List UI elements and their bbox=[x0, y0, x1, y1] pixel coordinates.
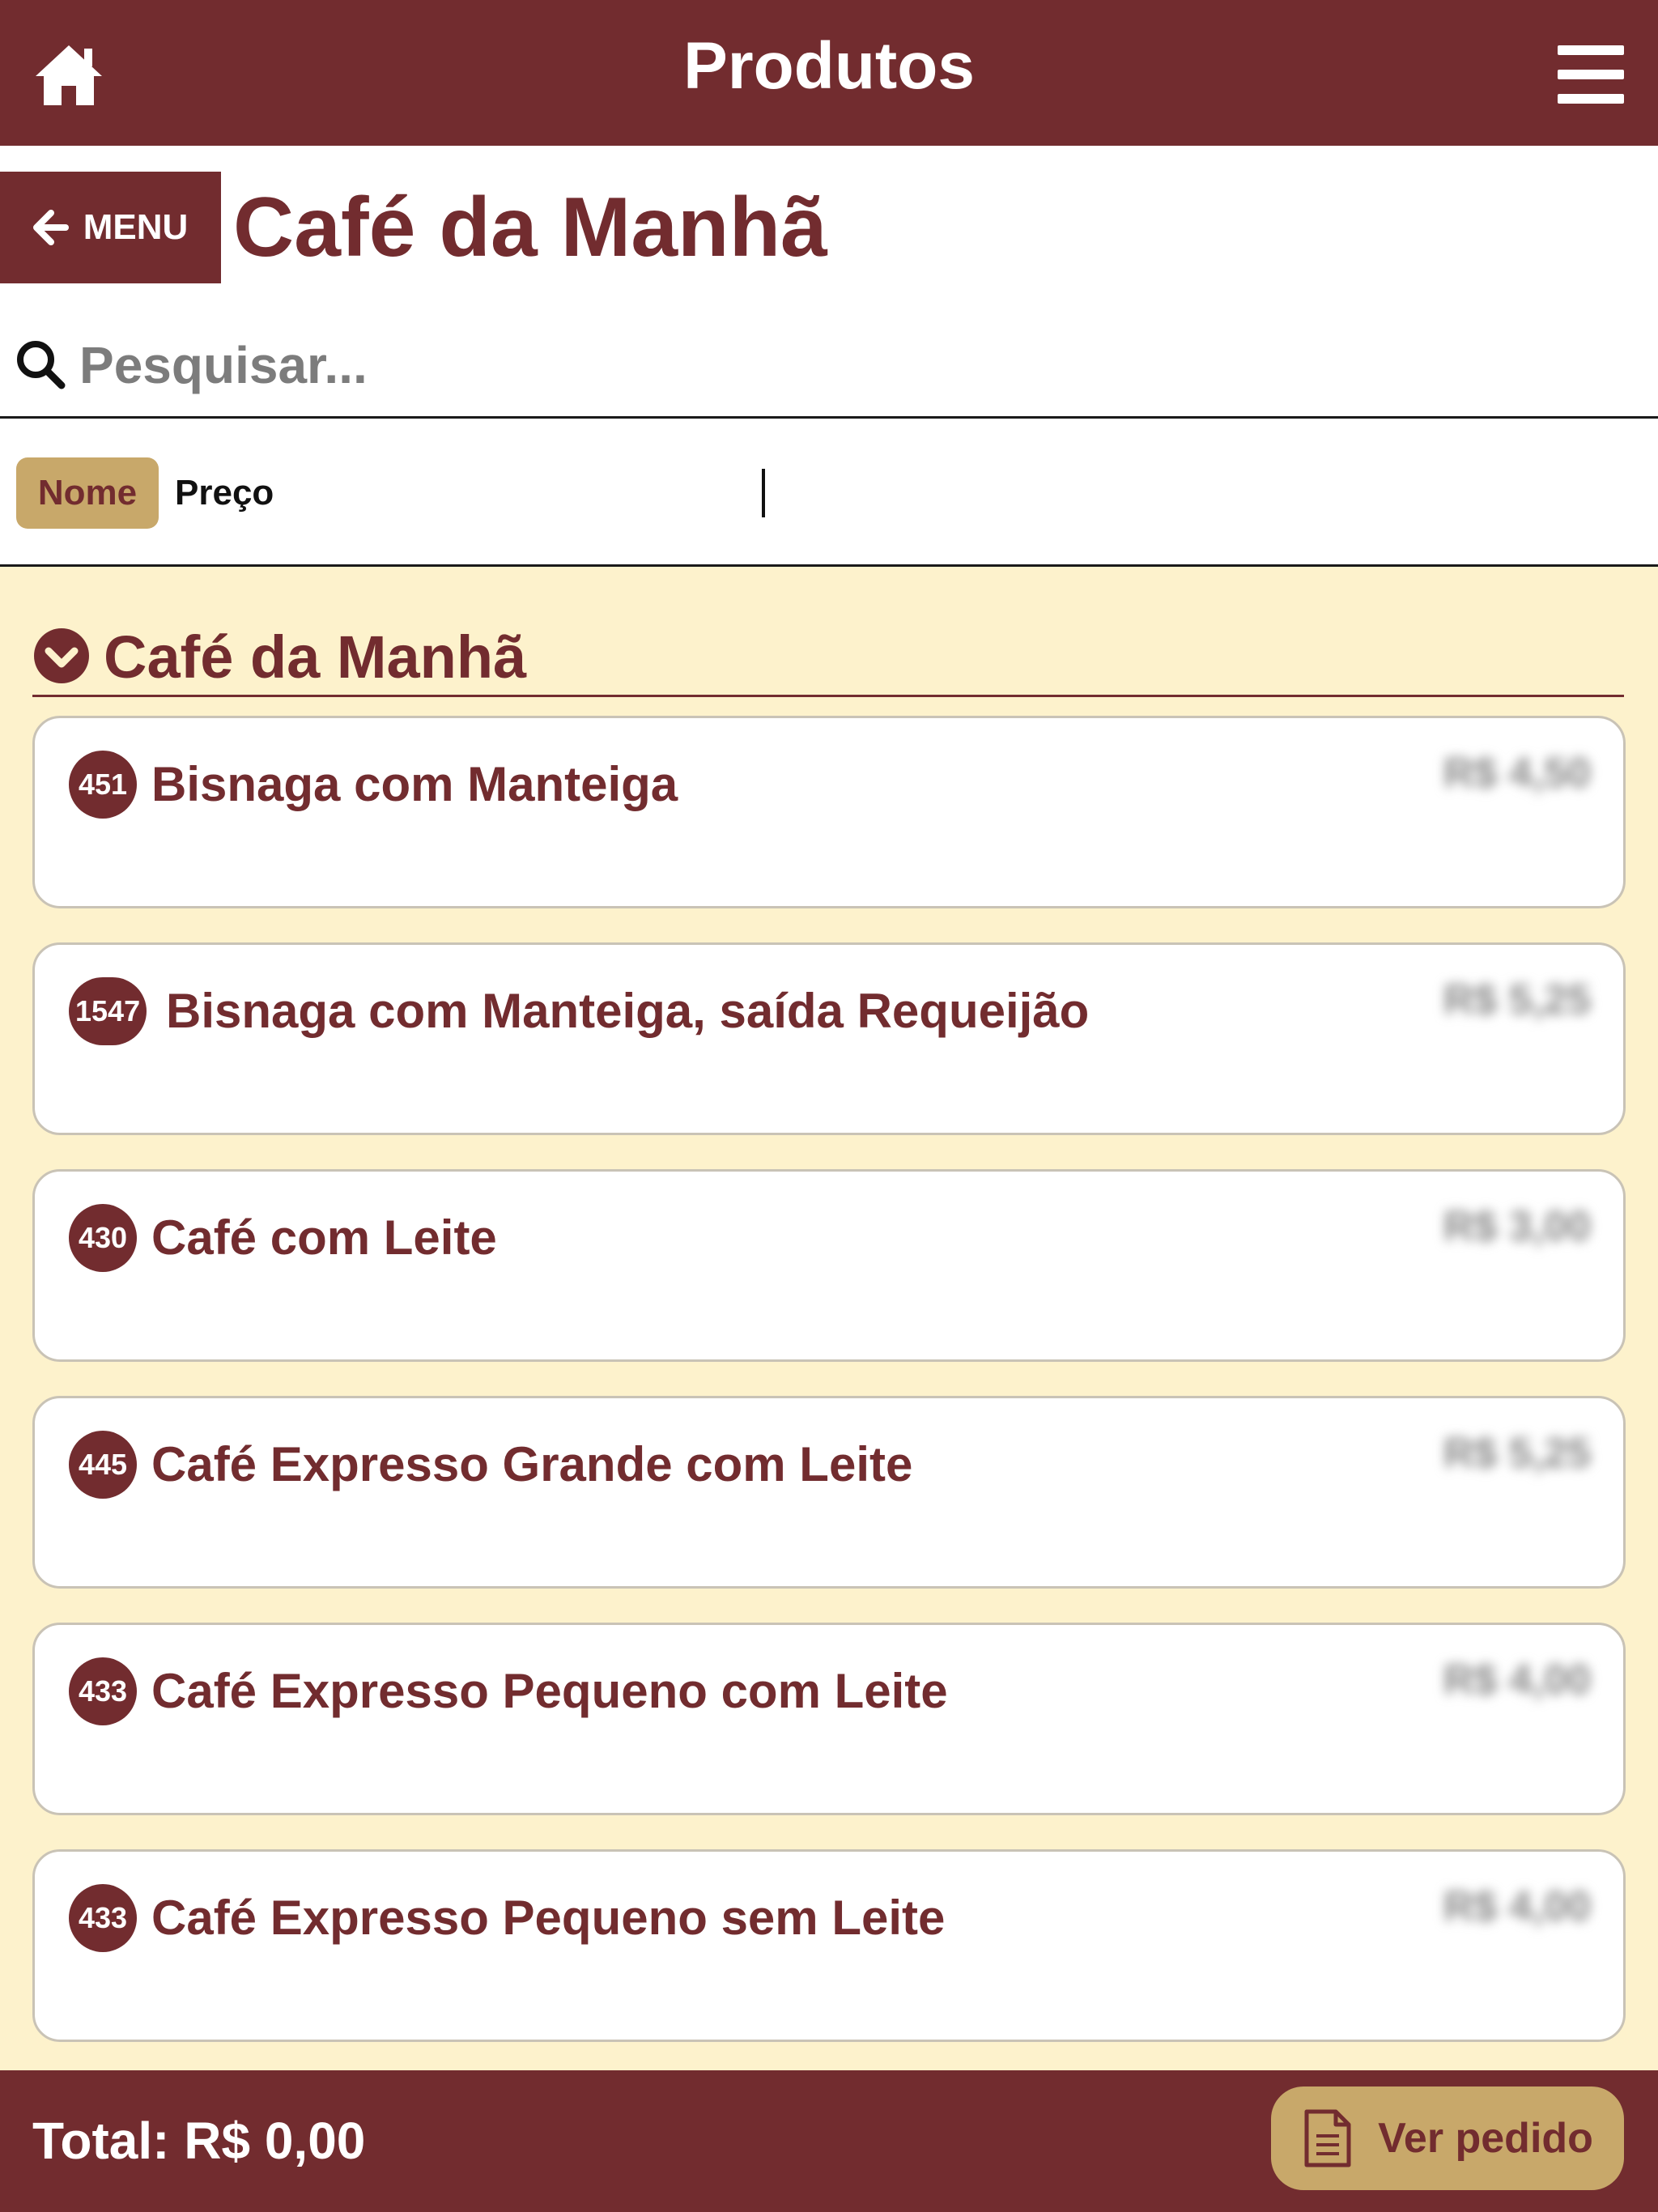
product-name: Bisnaga com Manteiga, saída Requeijão bbox=[166, 984, 1090, 1038]
product-price: R$ 5,25 bbox=[1443, 976, 1591, 1023]
product-code-badge: 430 bbox=[69, 1204, 137, 1272]
sort-by-name-button[interactable]: Nome bbox=[16, 457, 159, 529]
chevron-circle-down-icon bbox=[34, 628, 89, 683]
sort-by-price-button[interactable]: Preço bbox=[175, 457, 274, 529]
category-section-header[interactable]: Café da Manhã bbox=[32, 591, 1624, 697]
page-title: Produtos bbox=[683, 29, 975, 103]
search-icon bbox=[17, 341, 66, 389]
search-bar bbox=[0, 308, 1658, 419]
product-price: R$ 4,50 bbox=[1443, 750, 1591, 797]
product-card[interactable]: 445 Café Expresso Grande com Leite R$ 5,… bbox=[32, 1396, 1626, 1589]
category-heading: Café da Manhã bbox=[233, 181, 827, 274]
search-input[interactable] bbox=[78, 325, 1619, 405]
product-code-badge: 433 bbox=[69, 1884, 137, 1952]
product-card[interactable]: 1547 Bisnaga com Manteiga, saída Requeij… bbox=[32, 942, 1626, 1135]
product-name: Café com Leite bbox=[151, 1210, 497, 1265]
product-code-badge: 1547 bbox=[69, 977, 147, 1045]
product-price: R$ 5,25 bbox=[1443, 1430, 1591, 1477]
hamburger-icon[interactable] bbox=[1558, 45, 1624, 104]
product-name: Café Expresso Pequeno com Leite bbox=[151, 1664, 948, 1718]
product-price: R$ 4,00 bbox=[1443, 1657, 1591, 1704]
sort-bar: Nome Preço bbox=[0, 419, 1658, 567]
product-code-badge: 451 bbox=[69, 751, 137, 819]
products-page: Produtos MENU Café da Manhã Nome Preço bbox=[0, 0, 1658, 2212]
product-name: Café Expresso Pequeno sem Leite bbox=[151, 1891, 946, 1945]
category-section-title: Café da Manhã bbox=[104, 623, 527, 691]
product-card[interactable]: 433 Café Expresso Pequeno com Leite R$ 4… bbox=[32, 1623, 1626, 1815]
product-price: R$ 4,00 bbox=[1443, 1883, 1591, 1930]
menu-back-button[interactable]: MENU bbox=[0, 172, 221, 283]
product-card[interactable]: 451 Bisnaga com Manteiga R$ 4,50 bbox=[32, 716, 1626, 908]
product-code-badge: 433 bbox=[69, 1657, 137, 1725]
product-list-area: Café da Manhã 451 Bisnaga com Manteiga R… bbox=[0, 567, 1658, 2070]
product-price: R$ 3,00 bbox=[1443, 1203, 1591, 1250]
product-card[interactable]: 430 Café com Leite R$ 3,00 bbox=[32, 1169, 1626, 1362]
menu-back-label: MENU bbox=[83, 207, 189, 247]
product-name: Bisnaga com Manteiga bbox=[151, 757, 678, 811]
product-code-badge: 445 bbox=[69, 1431, 137, 1499]
top-bar: Produtos bbox=[0, 0, 1658, 146]
view-order-button[interactable]: Ver pedido bbox=[1271, 2087, 1624, 2190]
document-icon bbox=[1304, 2109, 1351, 2167]
view-order-label: Ver pedido bbox=[1378, 2115, 1593, 2162]
product-card[interactable]: 433 Café Expresso Pequeno sem Leite R$ 4… bbox=[32, 1849, 1626, 2042]
arrow-left-icon bbox=[32, 210, 69, 245]
text-cursor bbox=[762, 469, 765, 517]
product-name: Café Expresso Grande com Leite bbox=[151, 1437, 913, 1491]
bottom-bar: Total: R$ 0,00 Ver pedido bbox=[0, 2070, 1658, 2212]
order-total: Total: R$ 0,00 bbox=[32, 2112, 366, 2170]
